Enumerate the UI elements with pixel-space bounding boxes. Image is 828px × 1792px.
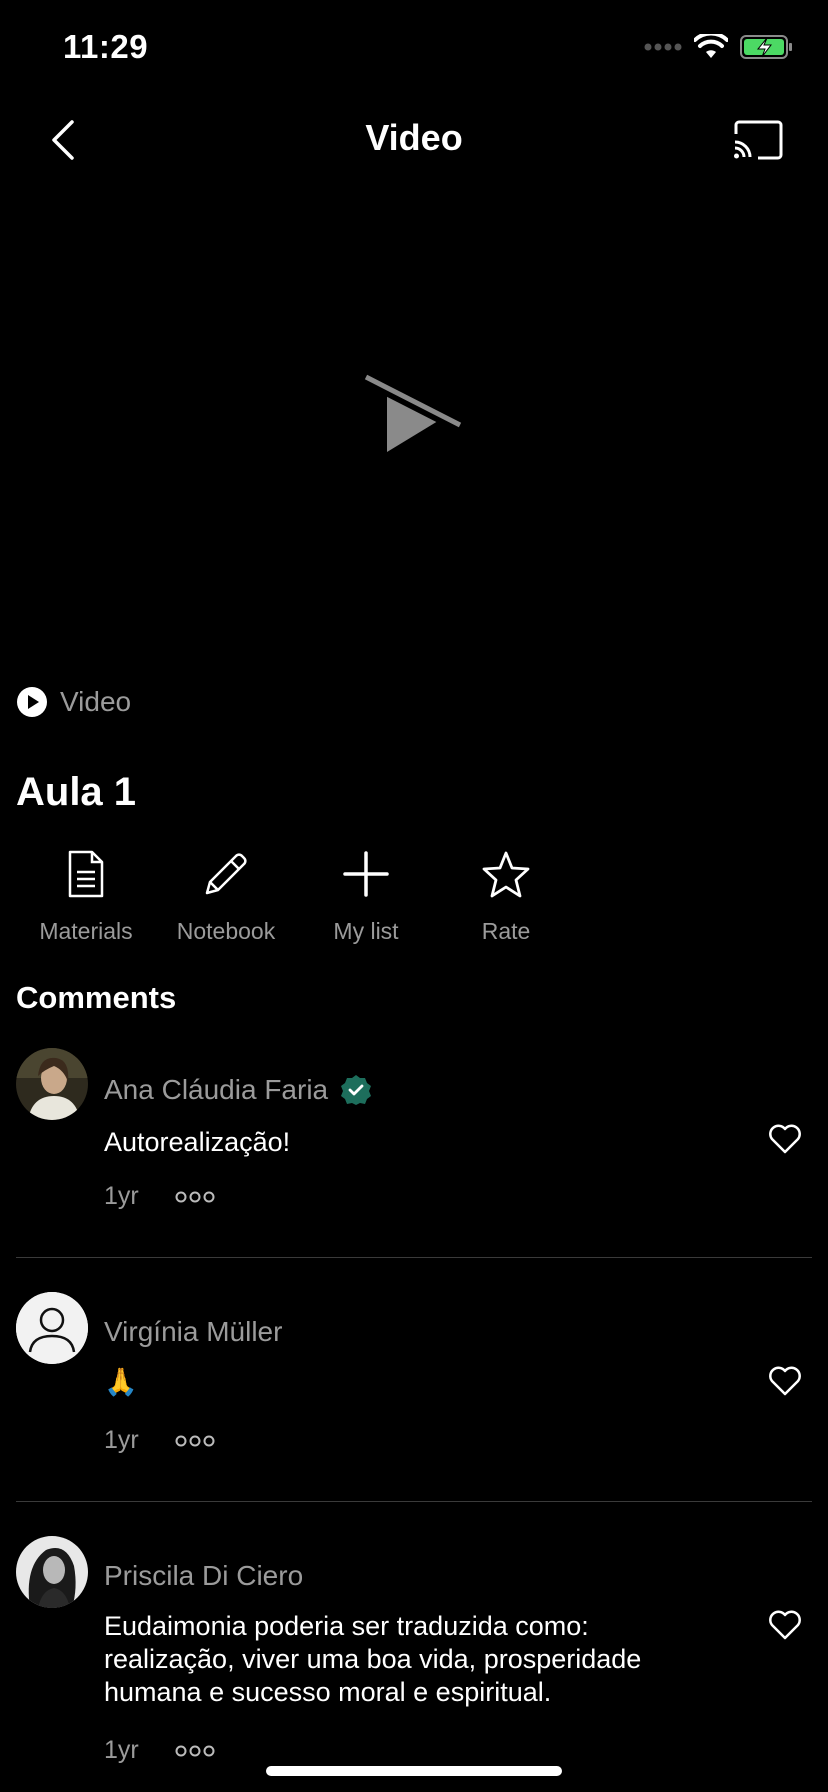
avatar[interactable] — [16, 1048, 88, 1120]
lesson-title: Aula 1 — [16, 770, 137, 814]
my-list-button[interactable]: My list — [296, 848, 436, 945]
materials-label: Materials — [39, 918, 133, 944]
content-type-row: Video — [16, 686, 131, 718]
document-icon — [68, 850, 104, 898]
author-name: Virgínia Müller — [104, 1316, 283, 1347]
verified-badge-icon — [341, 1075, 372, 1105]
comment-item: Ana Cláudia Faria Autorealização! 1yr — [0, 1048, 828, 1258]
comment-text: Eudaimonia poderia ser traduzida como: r… — [104, 1611, 642, 1707]
comment-text: Autorealização! — [104, 1127, 291, 1157]
comment-item: Virgínia Müller 🙏 1yr — [0, 1292, 828, 1502]
comment-time: 1yr — [104, 1736, 139, 1764]
more-options-icon[interactable] — [175, 1191, 215, 1203]
comment-meta: 1yr — [104, 1426, 215, 1455]
status-time: 11:29 — [63, 28, 149, 65]
my-list-label: My list — [333, 918, 399, 944]
heart-icon[interactable] — [768, 1610, 802, 1640]
comment-meta: 1yr — [104, 1182, 215, 1211]
comment-meta: 1yr — [104, 1736, 215, 1765]
rate-button[interactable]: Rate — [436, 848, 576, 945]
pencil-icon — [205, 853, 247, 895]
author-name: Ana Cláudia Faria — [104, 1074, 329, 1105]
comment-text: 🙏 — [104, 1367, 138, 1398]
status-icons — [644, 34, 794, 60]
play-circle-icon — [17, 687, 47, 717]
comment-item: Priscila Di Ciero Eudaimonia poderia ser… — [0, 1536, 828, 1766]
divider — [16, 1501, 812, 1502]
comment-time: 1yr — [104, 1182, 139, 1210]
rate-label: Rate — [481, 918, 531, 944]
comment-author[interactable]: Virgínia Müller — [104, 1316, 282, 1348]
content-type-label: Video — [60, 686, 132, 717]
avatar[interactable] — [16, 1536, 88, 1608]
more-options-icon[interactable] — [175, 1435, 215, 1447]
heart-icon[interactable] — [768, 1124, 802, 1154]
home-indicator[interactable] — [266, 1766, 562, 1776]
page-title: Video — [365, 117, 463, 158]
video-unavailable-icon — [362, 370, 462, 456]
wifi-icon — [694, 34, 728, 58]
video-screen: 11:29 Video Video Aula 1 Materials Noteb… — [0, 0, 828, 1792]
signal-icon — [644, 43, 682, 51]
plus-icon — [343, 851, 389, 897]
comment-author[interactable]: Ana Cláudia Faria — [104, 1074, 372, 1106]
notebook-button[interactable]: Notebook — [156, 848, 296, 945]
comments-heading: Comments — [16, 980, 177, 1015]
author-name: Priscila Di Ciero — [104, 1560, 304, 1591]
comment-time: 1yr — [104, 1426, 139, 1454]
divider — [16, 1257, 812, 1258]
battery-icon — [740, 35, 792, 59]
star-icon — [482, 851, 530, 898]
avatar[interactable] — [16, 1292, 88, 1364]
comment-author[interactable]: Priscila Di Ciero — [104, 1560, 303, 1592]
heart-icon[interactable] — [768, 1366, 802, 1396]
more-options-icon[interactable] — [175, 1745, 215, 1757]
notebook-label: Notebook — [176, 918, 276, 944]
cast-button[interactable] — [732, 120, 784, 160]
action-bar: Materials Notebook My list Rate — [16, 848, 576, 945]
materials-button[interactable]: Materials — [16, 848, 156, 945]
cast-icon — [734, 120, 783, 160]
